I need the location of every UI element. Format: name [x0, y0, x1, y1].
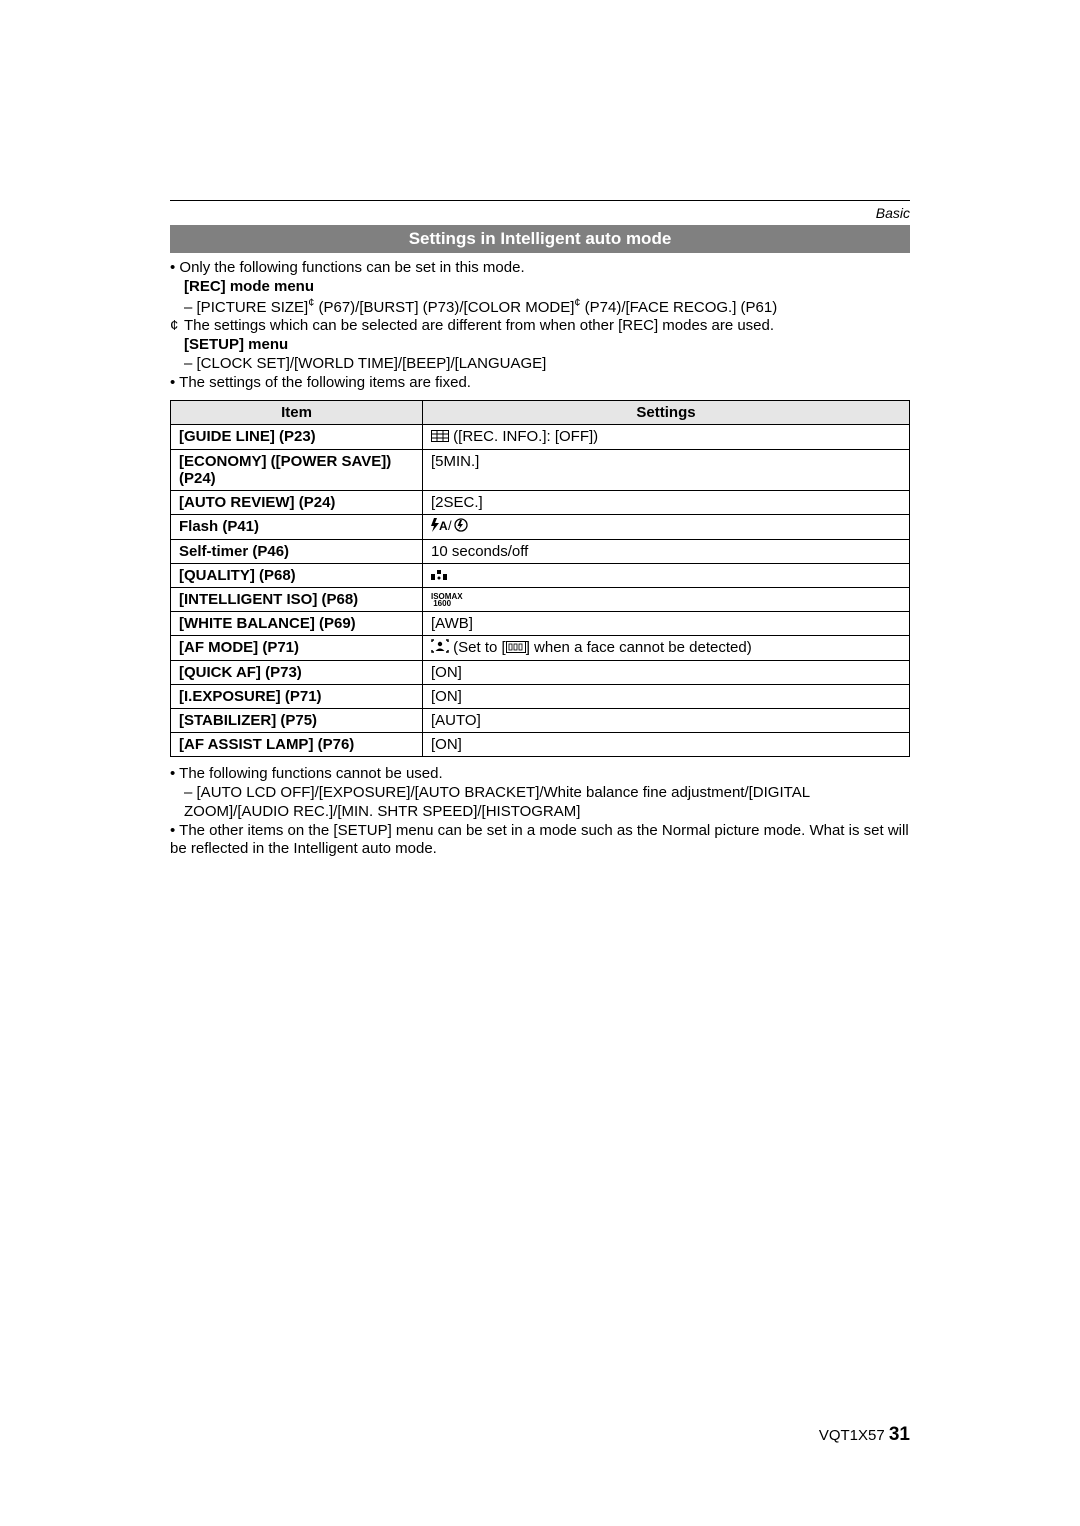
- cell-item: [INTELLIGENT ISO] (P68): [171, 588, 423, 612]
- flash-auto-icon: A /: [431, 518, 471, 536]
- table-row: Flash (P41) A /: [171, 514, 910, 539]
- col-settings: Settings: [423, 401, 910, 425]
- cell-text: ([REC. INFO.]: [OFF]): [449, 428, 598, 445]
- ref-mark-icon: ¢: [170, 317, 184, 336]
- table-row: Self-timer (P46) 10 seconds/off: [171, 539, 910, 563]
- outro-dash1: [AUTO LCD OFF]/[EXPOSURE]/[AUTO BRACKET]…: [170, 784, 910, 822]
- cell-item: Self-timer (P46): [171, 539, 423, 563]
- svg-text:A: A: [439, 519, 448, 532]
- rec-items-part2: (P67)/[BURST] (P73)/[COLOR MODE]: [314, 299, 574, 316]
- cell-setting: [ON]: [423, 661, 910, 685]
- doc-id: VQT1X57: [819, 1427, 885, 1444]
- section-category: Basic: [170, 205, 910, 221]
- cell-setting: [AWB]: [423, 612, 910, 636]
- cell-item: [WHITE BALANCE] (P69): [171, 612, 423, 636]
- multi-area-icon: [506, 640, 526, 657]
- cell-setting: [AUTO]: [423, 709, 910, 733]
- table-row: [QUALITY] (P68): [171, 563, 910, 588]
- svg-text:/: /: [448, 518, 452, 532]
- cell-setting: 10 seconds/off: [423, 539, 910, 563]
- cell-setting: [5MIN.]: [423, 449, 910, 490]
- fixed-note: The settings of the following items are …: [170, 374, 910, 393]
- cell-setting: [423, 563, 910, 588]
- table-row: [STABILIZER] (P75) [AUTO]: [171, 709, 910, 733]
- table-row: [I.EXPOSURE] (P71) [ON]: [171, 685, 910, 709]
- page-number: 31: [889, 1424, 910, 1445]
- ref-note: ¢The settings which can be selected are …: [170, 317, 910, 336]
- page-footer: VQT1X57 31: [819, 1424, 910, 1446]
- cell-item: [GUIDE LINE] (P23): [171, 425, 423, 450]
- table-header-row: Item Settings: [171, 401, 910, 425]
- cell-item: Flash (P41): [171, 514, 423, 539]
- table-row: [GUIDE LINE] (P23) ([REC. INFO.]: [OFF]): [171, 425, 910, 450]
- header-rule: [170, 200, 910, 201]
- cell-item: [STABILIZER] (P75): [171, 709, 423, 733]
- cell-item: [QUALITY] (P68): [171, 563, 423, 588]
- section-title: Settings in Intelligent auto mode: [170, 225, 910, 253]
- settings-table: Item Settings [GUIDE LINE] (P23) ([REC. …: [170, 400, 910, 757]
- rec-menu-label: [REC] mode menu: [170, 278, 910, 297]
- intro-block: Only the following functions can be set …: [170, 259, 910, 392]
- cell-item: [AUTO REVIEW] (P24): [171, 490, 423, 514]
- cell-setting: (Set to [ ] when a face cannot be detect…: [423, 636, 910, 661]
- cell-item: [I.EXPOSURE] (P71): [171, 685, 423, 709]
- rec-menu-items: [PICTURE SIZE]¢ (P67)/[BURST] (P73)/[COL…: [170, 297, 910, 318]
- setup-menu-items: [CLOCK SET]/[WORLD TIME]/[BEEP]/[LANGUAG…: [170, 355, 910, 374]
- rec-items-part1: [PICTURE SIZE]: [197, 299, 309, 316]
- table-row: [WHITE BALANCE] (P69) [AWB]: [171, 612, 910, 636]
- quality-fine-icon: [431, 567, 451, 584]
- cell-item: [AF ASSIST LAMP] (P76): [171, 733, 423, 757]
- table-row: [AUTO REVIEW] (P24) [2SEC.]: [171, 490, 910, 514]
- col-item: Item: [171, 401, 423, 425]
- table-row: [ECONOMY] ([POWER SAVE]) (P24) [5MIN.]: [171, 449, 910, 490]
- rec-items-part3: (P74)/[FACE RECOG.] (P61): [581, 299, 778, 316]
- cell-item: [ECONOMY] ([POWER SAVE]) (P24): [171, 449, 423, 490]
- outro-block: The following functions cannot be used. …: [170, 765, 910, 859]
- ref-note-text: The settings which can be selected are d…: [184, 317, 774, 334]
- cell-item: [QUICK AF] (P73): [171, 661, 423, 685]
- table-row: [INTELLIGENT ISO] (P68) ISOMAX 1600: [171, 588, 910, 612]
- page: Basic Settings in Intelligent auto mode …: [0, 0, 1080, 1526]
- table-row: [AF MODE] (P71) (Set to [: [171, 636, 910, 661]
- outro-line1: The following functions cannot be used.: [170, 765, 910, 784]
- setup-menu-label: [SETUP] menu: [170, 336, 910, 355]
- intro-line: Only the following functions can be set …: [170, 259, 910, 278]
- cell-setting: ([REC. INFO.]: [OFF]): [423, 425, 910, 450]
- cell-setting: [2SEC.]: [423, 490, 910, 514]
- cell-setting: ISOMAX 1600: [423, 588, 910, 612]
- cell-setting: A /: [423, 514, 910, 539]
- cell-setting: [ON]: [423, 733, 910, 757]
- isomax-icon: ISOMAX 1600: [431, 593, 463, 607]
- cell-text-prefix: (Set to [: [449, 639, 506, 656]
- grid-icon: [431, 429, 449, 446]
- face-detect-icon: [431, 639, 449, 657]
- cell-setting: [ON]: [423, 685, 910, 709]
- table-row: [QUICK AF] (P73) [ON]: [171, 661, 910, 685]
- outro-line2: The other items on the [SETUP] menu can …: [170, 822, 910, 860]
- table-row: [AF ASSIST LAMP] (P76) [ON]: [171, 733, 910, 757]
- cell-item: [AF MODE] (P71): [171, 636, 423, 661]
- cell-text-suffix: ] when a face cannot be detected): [526, 639, 752, 656]
